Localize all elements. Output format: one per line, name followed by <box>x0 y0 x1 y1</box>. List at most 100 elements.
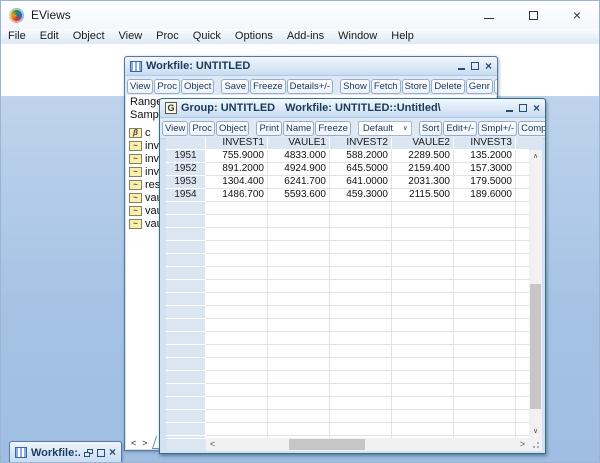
obs-cell-empty[interactable] <box>166 397 206 410</box>
table-cell-empty[interactable] <box>268 306 330 319</box>
table-cell-empty[interactable] <box>268 332 330 345</box>
table-cell[interactable]: 4833.000 <box>268 150 330 163</box>
table-cell[interactable]: 2031.300 <box>392 176 454 189</box>
table-cell-empty[interactable] <box>392 397 454 410</box>
table-cell-empty[interactable] <box>392 202 454 215</box>
table-cell-empty[interactable] <box>330 397 392 410</box>
tab-prev-arrow[interactable]: < <box>128 438 139 448</box>
table-cell[interactable]: 641.0000 <box>330 176 392 189</box>
horizontal-scrollbar[interactable]: < > <box>206 438 529 451</box>
column-header[interactable]: VAULE2 <box>392 137 454 150</box>
table-cell[interactable]: 135.2000 <box>454 150 516 163</box>
table-cell-empty[interactable] <box>206 410 268 423</box>
grp-edit-button[interactable]: Edit+/- <box>443 121 477 136</box>
menu-addins[interactable]: Add-ins <box>280 29 331 44</box>
obs-cell[interactable]: 1951 <box>166 150 206 163</box>
workfile-close-icon[interactable]: × <box>485 61 492 72</box>
wf-freeze-button[interactable]: Freeze <box>250 79 286 94</box>
obs-header-cell[interactable] <box>166 137 206 150</box>
table-cell[interactable]: 2115.500 <box>392 189 454 202</box>
table-cell-empty[interactable] <box>206 319 268 332</box>
table-cell-empty[interactable] <box>268 423 330 436</box>
table-cell-empty[interactable] <box>206 293 268 306</box>
table-cell-empty[interactable] <box>330 332 392 345</box>
group-titlebar[interactable]: G Group: UNTITLED Workfile: UNTITLED::Un… <box>160 99 545 118</box>
group-maximize-icon[interactable] <box>519 104 527 112</box>
obs-cell-empty[interactable] <box>166 371 206 384</box>
obs-cell-empty[interactable] <box>166 254 206 267</box>
grp-name-button[interactable]: Name <box>283 121 314 136</box>
close-icon[interactable]: × <box>109 447 116 458</box>
obs-cell[interactable]: 1952 <box>166 163 206 176</box>
table-cell-empty[interactable] <box>392 228 454 241</box>
horizontal-scrollbar-thumb[interactable] <box>289 439 365 450</box>
table-cell-empty[interactable] <box>206 241 268 254</box>
table-cell[interactable]: 189.6000 <box>454 189 516 202</box>
restore-icon[interactable] <box>84 449 93 457</box>
table-cell[interactable]: 4924.900 <box>268 163 330 176</box>
menu-file[interactable]: File <box>1 29 33 44</box>
obs-cell[interactable]: 1954 <box>166 189 206 202</box>
table-cell-empty[interactable] <box>330 202 392 215</box>
wf-view-button[interactable]: View <box>127 79 153 94</box>
grp-sort-button[interactable]: Sort <box>419 121 442 136</box>
table-cell-empty[interactable] <box>392 280 454 293</box>
wf-object-button[interactable]: Object <box>181 79 214 94</box>
table-cell-empty[interactable] <box>392 215 454 228</box>
table-cell-empty[interactable] <box>392 371 454 384</box>
menu-help[interactable]: Help <box>384 29 421 44</box>
menu-proc[interactable]: Proc <box>149 29 186 44</box>
table-cell-empty[interactable] <box>206 423 268 436</box>
vertical-scrollbar[interactable]: ∧ ∨ <box>529 150 542 438</box>
table-cell-empty[interactable] <box>330 241 392 254</box>
table-cell-empty[interactable] <box>268 228 330 241</box>
table-cell-empty[interactable] <box>268 267 330 280</box>
table-cell-empty[interactable] <box>268 280 330 293</box>
table-cell-empty[interactable] <box>206 358 268 371</box>
main-titlebar[interactable]: EViews × <box>1 1 599 29</box>
obs-cell-empty[interactable] <box>166 280 206 293</box>
table-cell-empty[interactable] <box>330 228 392 241</box>
column-header[interactable]: INVEST3 <box>454 137 516 150</box>
table-cell-empty[interactable] <box>206 215 268 228</box>
wf-delete-button[interactable]: Delete <box>431 79 464 94</box>
table-cell-empty[interactable] <box>206 371 268 384</box>
tab-next-arrow[interactable]: > <box>139 438 150 448</box>
obs-cell-empty[interactable] <box>166 293 206 306</box>
column-header[interactable]: INVEST2 <box>330 137 392 150</box>
grp-print-button[interactable]: Print <box>256 121 282 136</box>
table-cell-empty[interactable] <box>330 293 392 306</box>
wf-sample-button[interactable]: Sample <box>494 79 497 94</box>
table-cell-empty[interactable] <box>454 215 516 228</box>
table-cell-empty[interactable] <box>392 410 454 423</box>
obs-cell-empty[interactable] <box>166 267 206 280</box>
table-cell-empty[interactable] <box>268 254 330 267</box>
menu-view[interactable]: View <box>112 29 150 44</box>
wf-show-button[interactable]: Show <box>340 79 370 94</box>
table-cell-empty[interactable] <box>392 293 454 306</box>
grp-freeze-button[interactable]: Freeze <box>315 121 351 136</box>
maximize-button[interactable] <box>511 1 555 29</box>
minimized-workfile-bar[interactable]: Workfile:... × <box>9 441 122 463</box>
table-cell[interactable]: 179.5000 <box>454 176 516 189</box>
table-cell-empty[interactable] <box>330 345 392 358</box>
table-cell-empty[interactable] <box>330 215 392 228</box>
table-cell-empty[interactable] <box>330 319 392 332</box>
table-cell-empty[interactable] <box>206 306 268 319</box>
table-cell[interactable]: 2159.400 <box>392 163 454 176</box>
wf-save-button[interactable]: Save <box>221 79 249 94</box>
group-close-icon[interactable]: × <box>533 103 540 114</box>
table-cell-empty[interactable] <box>454 371 516 384</box>
table-cell-empty[interactable] <box>454 384 516 397</box>
table-cell[interactable]: 645.5000 <box>330 163 392 176</box>
scroll-left-arrow[interactable]: < <box>206 438 219 451</box>
table-cell-empty[interactable] <box>206 267 268 280</box>
obs-cell-empty[interactable] <box>166 345 206 358</box>
group-minimize-icon[interactable] <box>506 110 513 112</box>
vertical-scrollbar-thumb[interactable] <box>530 284 541 409</box>
obs-cell-empty[interactable] <box>166 319 206 332</box>
grp-object-button[interactable]: Object <box>216 121 249 136</box>
table-cell-empty[interactable] <box>268 215 330 228</box>
obs-cell-empty[interactable] <box>166 423 206 436</box>
table-cell-empty[interactable] <box>268 371 330 384</box>
